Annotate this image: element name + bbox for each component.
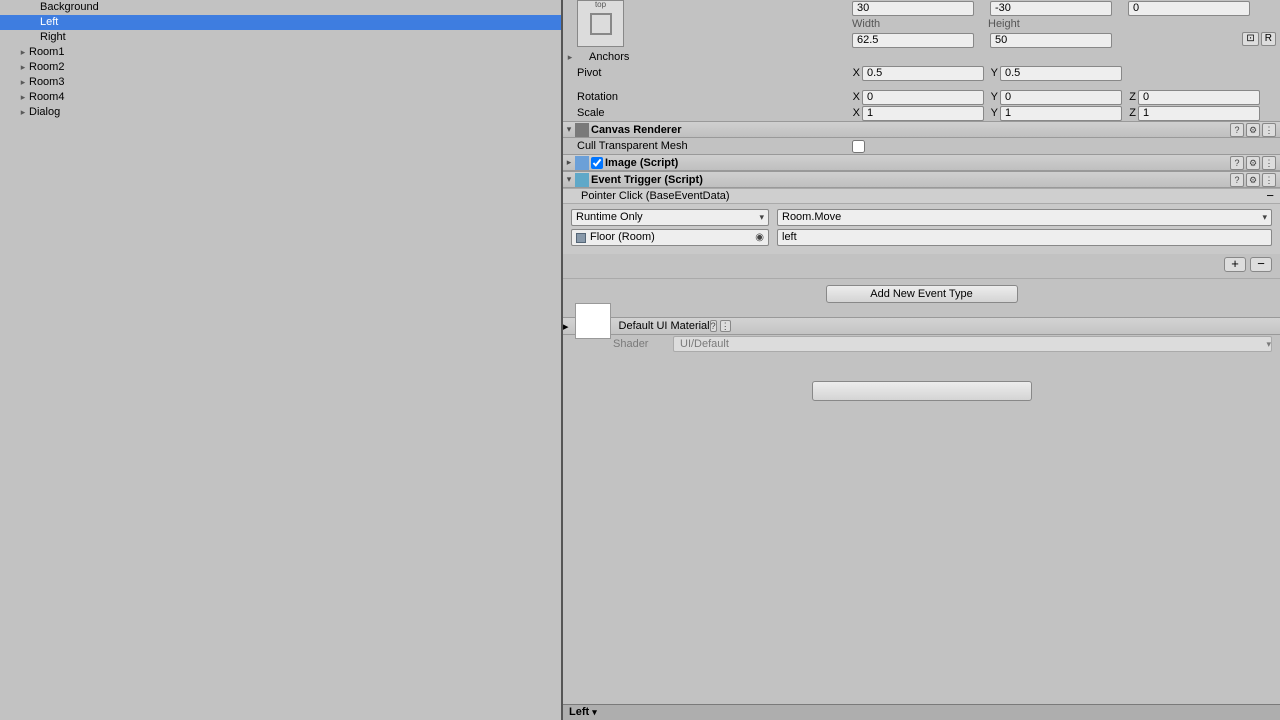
rot-z-input[interactable] — [1138, 90, 1260, 105]
event-trigger-header[interactable]: ▾ Event Trigger (Script) ? ⚙ ⋮ — [563, 171, 1280, 188]
foldout-icon[interactable]: ▸ — [17, 75, 29, 90]
hierarchy-item-label: Room2 — [29, 61, 64, 73]
foldout-icon[interactable]: ▸ — [17, 105, 29, 120]
rect-pos-a-input[interactable] — [852, 1, 974, 16]
width-input[interactable] — [852, 33, 974, 48]
menu-button[interactable]: ⋮ — [720, 320, 731, 332]
add-listener-button[interactable]: + — [1224, 257, 1246, 272]
hierarchy-item[interactable]: ▸Room3 — [0, 75, 561, 90]
hierarchy-item[interactable]: ▸Room4 — [0, 90, 561, 105]
hierarchy-item[interactable]: ▸Room1 — [0, 45, 561, 60]
width-label: Width — [852, 18, 912, 30]
pivot-x-input[interactable] — [862, 66, 984, 81]
runtime-dropdown[interactable]: Runtime Only▾ — [571, 209, 769, 226]
anchor-preset-button[interactable]: top — [577, 0, 624, 47]
rot-y-input[interactable] — [1000, 90, 1122, 105]
chevron-down-icon: ▾ — [759, 210, 764, 225]
foldout-icon: ▸ — [563, 157, 575, 168]
foldout-icon[interactable]: ▸ — [17, 60, 29, 75]
docs-button[interactable]: ? — [1230, 156, 1244, 170]
rect-pos-c-input[interactable] — [1128, 1, 1250, 16]
hierarchy-item-label: Room1 — [29, 46, 64, 58]
docs-button[interactable]: ? — [710, 320, 717, 332]
hierarchy-item[interactable]: Left — [0, 15, 561, 30]
height-input[interactable] — [990, 33, 1112, 48]
foldout-icon: ▸ — [563, 320, 569, 333]
remove-entry-button[interactable]: − — [1266, 189, 1274, 203]
event-entry-title: Pointer Click (BaseEventData) — [581, 189, 730, 203]
object-picker-icon[interactable]: ◉ — [755, 230, 764, 245]
foldout-icon[interactable]: ▸ — [17, 45, 29, 60]
remove-listener-button[interactable]: − — [1250, 257, 1272, 272]
hierarchy-item[interactable]: ▸Dialog — [0, 105, 561, 120]
event-entry-header: Pointer Click (BaseEventData) − — [563, 188, 1280, 204]
cull-mesh-checkbox[interactable] — [852, 140, 865, 153]
hierarchy-item-label: Dialog — [29, 106, 60, 118]
cull-mesh-label: Cull Transparent Mesh — [563, 140, 848, 152]
argument-field[interactable]: left — [777, 229, 1272, 246]
inspector-panel: top Width Height — [563, 0, 1280, 720]
gameobject-icon — [576, 233, 586, 243]
chevron-down-icon: ▾ — [1262, 210, 1267, 225]
hierarchy-item-label: Left — [40, 16, 58, 28]
function-dropdown[interactable]: Room.Move▾ — [777, 209, 1272, 226]
scale-x-input[interactable] — [862, 106, 984, 121]
menu-button[interactable]: ⋮ — [1262, 173, 1276, 187]
script-icon — [575, 173, 589, 187]
image-icon — [575, 156, 589, 170]
status-bar: Left ▾ — [563, 704, 1280, 720]
scale-z-input[interactable] — [1138, 106, 1260, 121]
pivot-y-input[interactable] — [1000, 66, 1122, 81]
foldout-icon: ▾ — [563, 124, 575, 135]
hierarchy-item-label: Room3 — [29, 76, 64, 88]
blueprint-mode-button[interactable]: ⊡ — [1242, 32, 1258, 46]
image-enable-checkbox[interactable] — [591, 157, 603, 169]
material-preview — [575, 303, 611, 339]
hierarchy-item[interactable]: Background — [0, 0, 561, 15]
hierarchy-item-label: Background — [40, 1, 99, 13]
rotation-label: Rotation — [563, 91, 848, 103]
shader-label: Shader — [613, 338, 673, 350]
preset-button[interactable]: ⚙ — [1246, 173, 1260, 187]
rot-x-input[interactable] — [862, 90, 984, 105]
foldout-icon: ▾ — [563, 174, 575, 185]
rect-pos-b-input[interactable] — [990, 1, 1112, 16]
menu-button[interactable]: ⋮ — [1262, 123, 1276, 137]
hierarchy-panel: BackgroundLeftRight▸Room1▸Room2▸Room3▸Ro… — [0, 0, 563, 720]
component-icon — [575, 123, 589, 137]
chevron-down-icon: ▾ — [1266, 337, 1271, 351]
shader-dropdown[interactable]: UI/Default ▾ — [673, 336, 1272, 352]
image-component-header[interactable]: ▸ Image (Script) ? ⚙ ⋮ — [563, 154, 1280, 171]
add-event-type-button[interactable]: Add New Event Type — [826, 285, 1018, 303]
add-component-button[interactable] — [812, 381, 1032, 401]
hierarchy-item[interactable]: ▸Room2 — [0, 60, 561, 75]
hierarchy-item[interactable]: Right — [0, 30, 561, 45]
raw-mode-button[interactable]: R — [1261, 32, 1276, 46]
anchors-label: Anchors — [575, 51, 629, 63]
scale-y-input[interactable] — [1000, 106, 1122, 121]
target-object-field[interactable]: Floor (Room) ◉ — [571, 229, 769, 246]
material-header[interactable]: ▸ Default UI Material ? ⋮ — [563, 317, 1280, 335]
anchors-foldout[interactable]: ▸ — [563, 52, 575, 63]
hierarchy-item-label: Right — [40, 31, 66, 43]
hierarchy-item-label: Room4 — [29, 91, 64, 103]
canvas-renderer-header[interactable]: ▾ Canvas Renderer ? ⚙ ⋮ — [563, 121, 1280, 138]
docs-button[interactable]: ? — [1230, 123, 1244, 137]
preset-button[interactable]: ⚙ — [1246, 123, 1260, 137]
preset-button[interactable]: ⚙ — [1246, 156, 1260, 170]
scale-label: Scale — [563, 107, 848, 119]
docs-button[interactable]: ? — [1230, 173, 1244, 187]
menu-button[interactable]: ⋮ — [1262, 156, 1276, 170]
foldout-icon[interactable]: ▸ — [17, 90, 29, 105]
pivot-label: Pivot — [563, 67, 848, 79]
height-label: Height — [988, 18, 1048, 30]
